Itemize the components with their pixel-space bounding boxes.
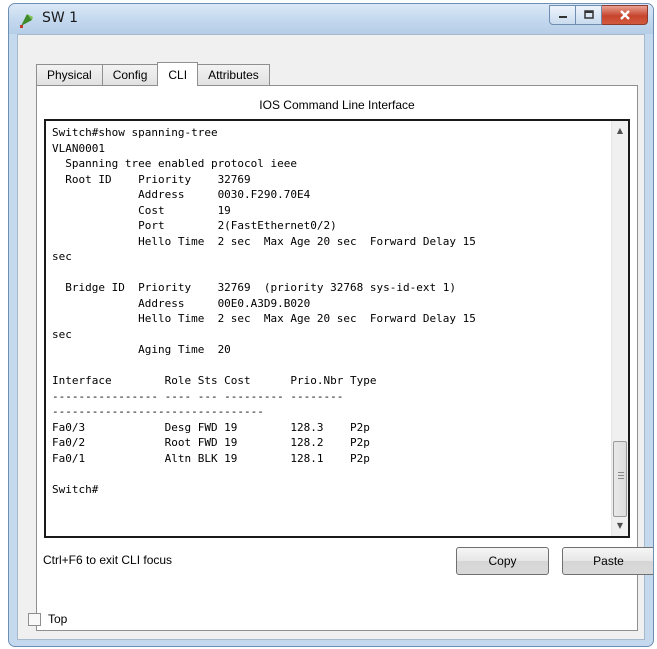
terminal-line: Fa0/1 Altn BLK 19 128.1 P2p bbox=[52, 451, 370, 465]
switch-app-icon bbox=[20, 14, 33, 28]
terminal-line: Fa0/3 Desg FWD 19 128.3 P2p bbox=[52, 420, 370, 434]
terminal-line: Cost 19 bbox=[52, 203, 231, 217]
grip-icon bbox=[618, 472, 624, 479]
terminal-line: Interface Role Sts Cost Prio.Nbr Type bbox=[52, 374, 377, 387]
window-controls bbox=[549, 5, 648, 25]
terminal-line: Switch#show spanning-tree bbox=[52, 126, 218, 139]
scrollbar-thumb[interactable] bbox=[613, 441, 627, 517]
tab-attributes[interactable]: Attributes bbox=[197, 64, 270, 85]
tab-config[interactable]: Config bbox=[101, 64, 159, 85]
tab-bar: Physical Config CLI Attributes bbox=[36, 62, 270, 86]
title-bar[interactable]: SW 1 bbox=[9, 4, 653, 34]
top-checkbox-label: Top bbox=[48, 612, 68, 626]
device-window: SW 1 Physical Config CLI Attributes IOS … bbox=[8, 3, 654, 647]
terminal-output[interactable]: Switch#show spanning-tree VLAN0001 Spanni… bbox=[52, 125, 608, 534]
paste-button[interactable]: Paste bbox=[562, 547, 653, 575]
terminal-line: ---------------- ---- --- --------- ----… bbox=[52, 389, 344, 403]
terminal-line: Bridge ID Priority 32769 (priority 32768… bbox=[52, 281, 456, 294]
terminal-line: Address 0030.F290.70E4 bbox=[52, 188, 311, 201]
minimize-button[interactable] bbox=[549, 5, 576, 25]
terminal-line: Port 2(FastEthernet0/2) bbox=[52, 219, 337, 232]
terminal-line: Root ID Priority 32769 bbox=[52, 172, 251, 186]
terminal-scrollbar[interactable]: ▲ ▼ bbox=[611, 121, 628, 536]
cli-terminal[interactable]: Switch#show spanning-tree VLAN0001 Spanni… bbox=[44, 119, 630, 538]
terminal-line: Aging Time 20 bbox=[52, 343, 231, 356]
window-title: SW 1 bbox=[42, 10, 79, 26]
close-icon bbox=[619, 10, 630, 20]
cli-panel: IOS Command Line Interface Switch#show s… bbox=[36, 85, 653, 631]
close-button[interactable] bbox=[602, 5, 648, 25]
terminal-line: VLAN0001 bbox=[52, 141, 105, 155]
terminal-line: -------------------------------- bbox=[52, 405, 264, 418]
minimize-icon bbox=[558, 16, 567, 18]
tab-physical[interactable]: Physical bbox=[36, 64, 103, 85]
terminal-line: sec bbox=[52, 327, 72, 341]
terminal-line: Address 00E0.A3D9.B020 bbox=[52, 296, 311, 310]
maximize-button[interactable] bbox=[576, 5, 602, 25]
top-option[interactable]: Top bbox=[28, 612, 67, 626]
panel-title: IOS Command Line Interface bbox=[259, 98, 415, 112]
exit-focus-hint: Ctrl+F6 to exit CLI focus bbox=[43, 553, 173, 567]
tab-cli[interactable]: CLI bbox=[157, 62, 199, 86]
terminal-line: Spanning tree enabled protocol ieee bbox=[52, 157, 298, 170]
terminal-line: Switch# bbox=[52, 482, 99, 496]
terminal-line: sec bbox=[52, 250, 72, 263]
top-checkbox[interactable] bbox=[28, 612, 41, 626]
terminal-line: Hello Time 2 sec Max Age 20 sec Forward … bbox=[52, 234, 476, 248]
terminal-line: Hello Time 2 sec Max Age 20 sec Forward … bbox=[52, 312, 476, 325]
window-client-area: Physical Config CLI Attributes IOS Comma… bbox=[17, 34, 653, 640]
terminal-line: Fa0/2 Root FWD 19 128.2 P2p bbox=[52, 436, 370, 449]
scroll-down-arrow-icon[interactable]: ▼ bbox=[612, 518, 628, 534]
copy-button[interactable]: Copy bbox=[456, 547, 549, 575]
maximize-icon bbox=[583, 10, 594, 19]
scroll-up-arrow-icon[interactable]: ▲ bbox=[612, 123, 628, 139]
